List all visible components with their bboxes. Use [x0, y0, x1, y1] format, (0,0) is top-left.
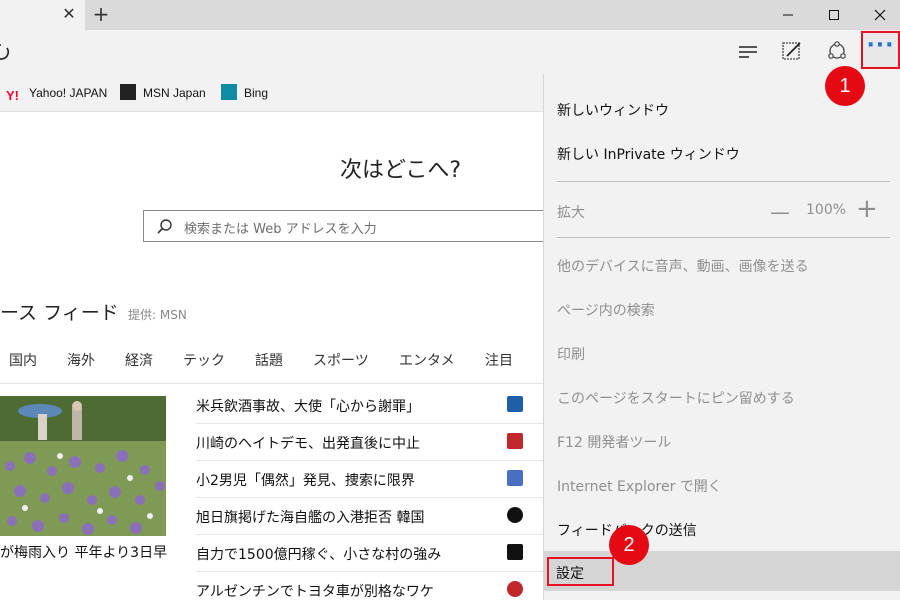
more-icon: ···	[866, 33, 895, 58]
news-headline[interactable]: アルゼンチンでトヨタ車が別格なワケ	[196, 571, 543, 608]
news-headline[interactable]: 小2男児「偶然」発見、捜索に限界	[196, 460, 543, 497]
headline-text: アルゼンチンでトヨタ車が別格なワケ	[196, 584, 434, 600]
news-headline[interactable]: 自力で1500億円稼ぐ、小さな村の強み	[196, 534, 543, 571]
tab-close-icon[interactable]: ✕	[58, 3, 80, 25]
menu-item-settings[interactable]: 設定	[544, 551, 900, 591]
toolbar	[0, 30, 900, 74]
search-input[interactable]: 検索または Web アドレスを入力	[143, 210, 553, 242]
photo-caption[interactable]: が梅雨入り 平年より3日早	[0, 542, 167, 562]
tab-category[interactable]: 海外	[67, 350, 95, 370]
tab-category[interactable]: 国内	[9, 350, 37, 370]
web-note-icon[interactable]	[778, 38, 808, 66]
news-source-icon	[507, 507, 523, 523]
menu-divider	[557, 181, 890, 182]
close-icon	[874, 9, 886, 21]
menu-item-print[interactable]: 印刷	[557, 344, 585, 364]
settings-label: 設定	[556, 566, 584, 582]
page-heading: 次はどこへ?	[340, 158, 462, 183]
zoom-label: 拡大	[557, 205, 585, 221]
favorite-bing[interactable]: Bing	[221, 84, 268, 102]
zoom-out-button[interactable]: —	[770, 200, 792, 224]
news-source: 提供: MSN	[128, 308, 187, 322]
step-badge-1: 1	[825, 66, 865, 106]
minimize-icon	[783, 14, 793, 16]
news-headline[interactable]: 旭日旗掲げた海自艦の入港拒否 韓国	[196, 497, 543, 534]
tab-bar: ✕ +	[0, 0, 900, 30]
favorite-yahoo[interactable]: Y! Yahoo! JAPAN	[6, 84, 108, 103]
new-tab-page: 次はどこへ? 検索または Web アドレスを入力 ース フィード 提供: MSN…	[0, 112, 553, 600]
news-source-icon	[507, 581, 523, 597]
search-placeholder: 検索または Web アドレスを入力	[184, 222, 377, 237]
menu-item-devtools[interactable]: F12 開発者ツール	[557, 432, 671, 452]
favorite-label: Yahoo! JAPAN	[29, 86, 108, 100]
menu-item-open-ie[interactable]: Internet Explorer で開く	[557, 476, 722, 496]
more-actions-menu: 新しいウィンドウ 新しい InPrivate ウィンドウ 拡大 — 100% +…	[543, 74, 900, 600]
menu-item-new-inprivate[interactable]: 新しい InPrivate ウィンドウ	[557, 144, 740, 164]
favorite-label: Bing	[244, 86, 269, 100]
close-window-button[interactable]	[857, 0, 900, 30]
menu-item-pin[interactable]: このページをスタートにピン留めする	[557, 388, 795, 408]
menu-divider	[557, 237, 890, 238]
divider	[196, 460, 543, 461]
headline-text: 小2男児「偶然」発見、捜索に限界	[196, 473, 415, 489]
favorites-bar: Y! Yahoo! JAPAN MSN Japan Bing	[0, 74, 543, 112]
browser-tab[interactable]: ✕	[0, 0, 85, 30]
divider	[0, 383, 543, 384]
more-actions-button[interactable]: ···	[861, 31, 900, 69]
news-source-icon	[507, 433, 523, 449]
favorite-msn[interactable]: MSN Japan	[120, 84, 206, 102]
news-headline[interactable]: 川崎のヘイトデモ、出発直後に中止	[196, 423, 543, 460]
share-icon[interactable]	[822, 38, 852, 66]
news-feed-title: ース フィード	[0, 302, 119, 324]
bing-icon	[221, 84, 237, 100]
headline-text: 川崎のヘイトデモ、出発直後に中止	[196, 436, 420, 452]
yahoo-icon: Y!	[6, 88, 19, 103]
news-photo[interactable]	[0, 396, 166, 536]
favorite-label: MSN Japan	[143, 86, 206, 100]
zoom-in-button[interactable]: +	[856, 196, 878, 222]
news-source-icon	[507, 396, 523, 412]
zoom-level: 100%	[806, 202, 847, 218]
tab-category[interactable]: エンタメ	[399, 350, 455, 370]
tab-category[interactable]: スポーツ	[313, 350, 369, 370]
headline-text: 米兵飲酒事故、大使「心から謝罪」	[196, 399, 420, 415]
step-badge-2: 2	[609, 525, 649, 565]
hub-icon[interactable]	[735, 38, 765, 66]
msn-icon	[120, 84, 136, 100]
divider	[196, 423, 543, 424]
maximize-icon	[829, 10, 839, 20]
divider	[196, 534, 543, 535]
menu-item-new-window[interactable]: 新しいウィンドウ	[557, 100, 669, 120]
menu-item-cast[interactable]: 他のデバイスに音声、動画、画像を送る	[557, 256, 809, 276]
maximize-button[interactable]	[811, 0, 857, 30]
divider	[196, 571, 543, 572]
refresh-icon[interactable]	[0, 42, 12, 62]
tab-category[interactable]: テック	[183, 350, 225, 370]
search-icon	[157, 219, 172, 234]
news-source-icon	[507, 470, 523, 486]
tab-category[interactable]: 注目	[485, 350, 513, 370]
minimize-button[interactable]	[765, 0, 811, 30]
headline-text: 旭日旗掲げた海自艦の入港拒否 韓国	[196, 510, 425, 526]
divider	[196, 497, 543, 498]
headline-text: 自力で1500億円稼ぐ、小さな村の強み	[196, 547, 442, 563]
news-source-icon	[507, 544, 523, 560]
tab-category[interactable]: 話題	[255, 350, 283, 370]
menu-item-find[interactable]: ページ内の検索	[557, 300, 655, 320]
tab-category[interactable]: 経済	[125, 350, 153, 370]
news-headline[interactable]: 米兵飲酒事故、大使「心から謝罪」	[196, 386, 543, 423]
new-tab-icon[interactable]: +	[90, 3, 112, 25]
